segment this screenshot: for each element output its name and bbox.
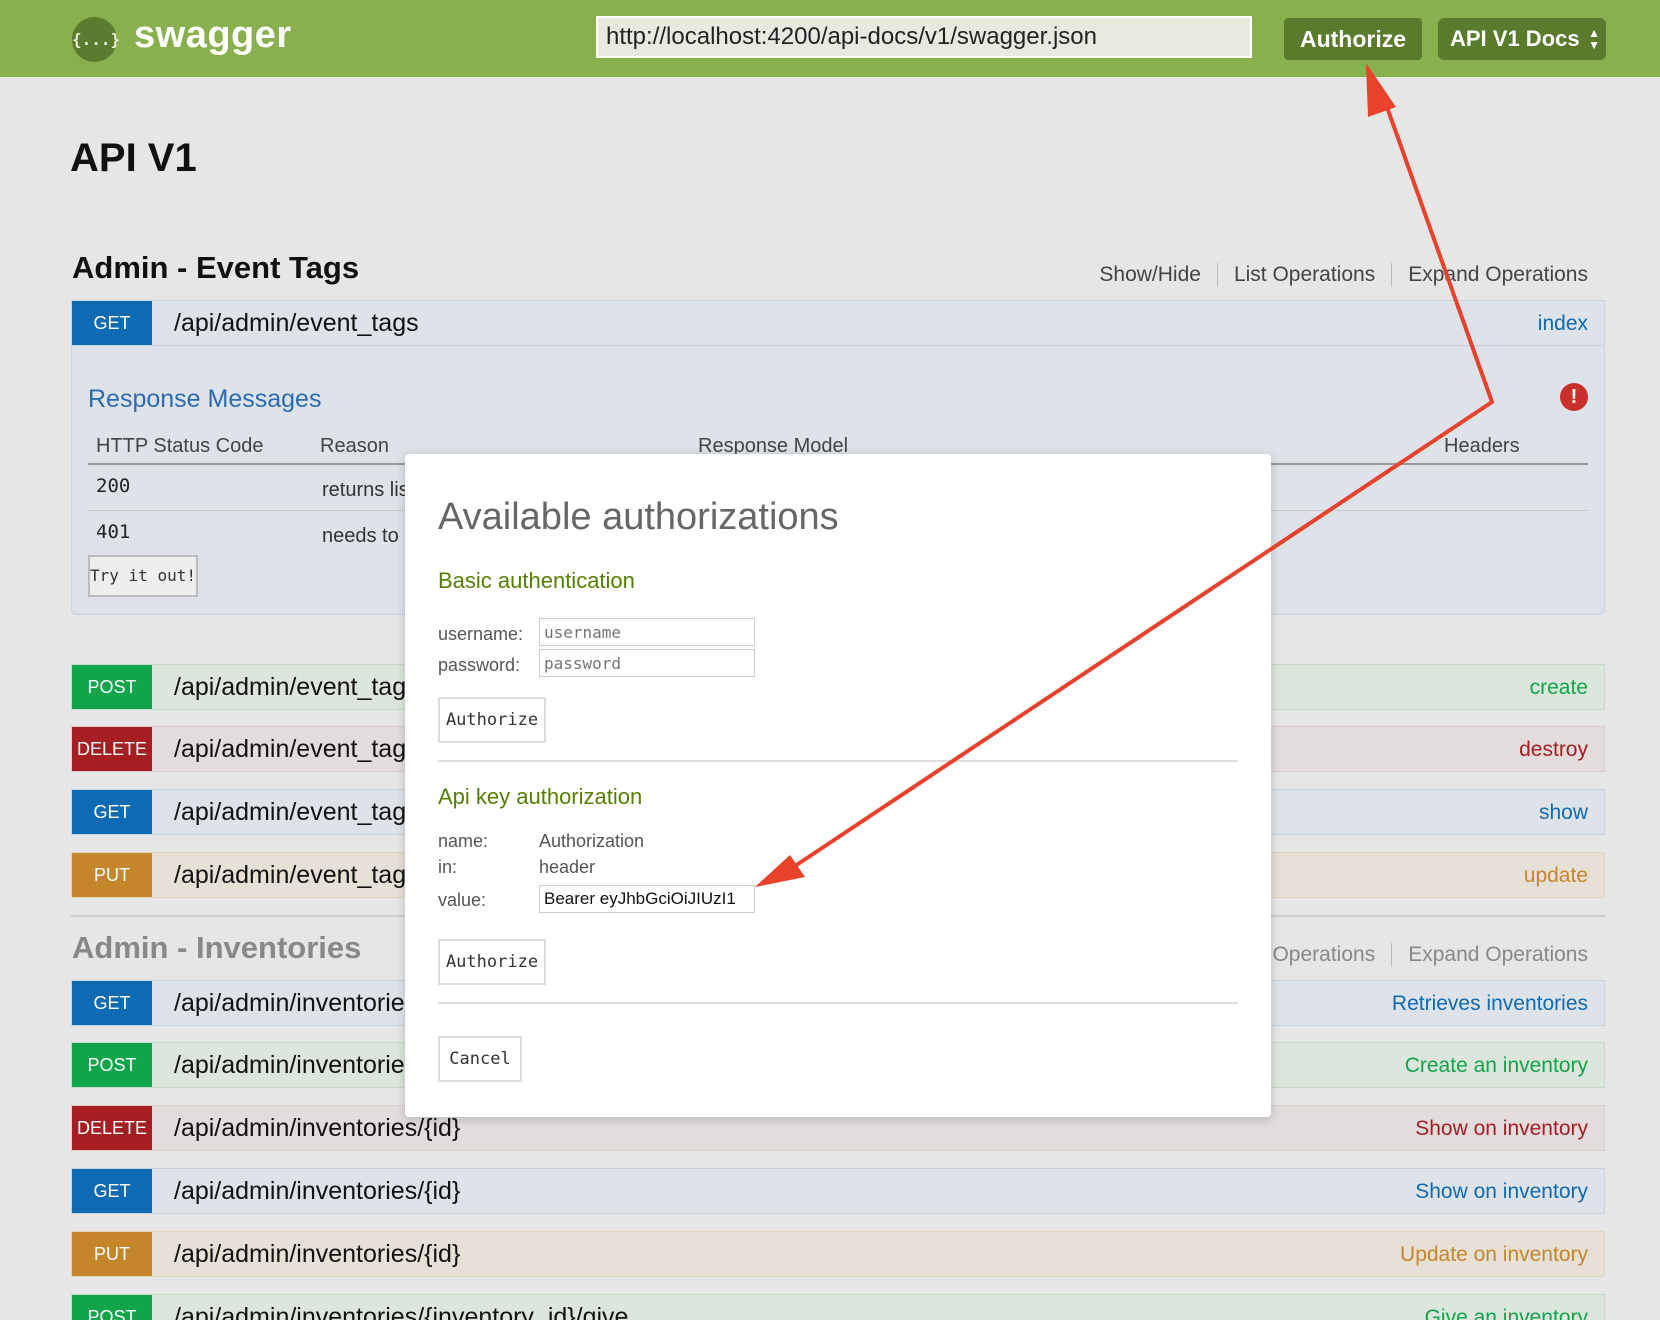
operation-summary[interactable]: create (1530, 665, 1588, 711)
modal-title: Available authorizations (438, 496, 839, 538)
header-headers: Headers (1444, 435, 1520, 457)
value-label: value: (438, 890, 487, 910)
spec-url-input[interactable] (596, 16, 1252, 58)
operation-path[interactable]: /api/admin/inventorie (174, 981, 405, 1025)
operation-path[interactable]: /api/admin/inventorie (174, 1043, 405, 1087)
show-hide-link[interactable]: Show/Hide (1083, 263, 1217, 287)
basic-authorize-button[interactable]: Authorize (438, 697, 546, 743)
exclamation-circle-icon[interactable]: ! (1560, 383, 1588, 411)
method-badge: PUT (72, 1232, 152, 1276)
top-authorize-button[interactable]: Authorize (1284, 18, 1422, 60)
status-code: 200 (96, 475, 131, 497)
top-bar: {...} swagger Authorize API V1 Docs ▲▼ (0, 0, 1660, 77)
operation-summary[interactable]: destroy (1519, 727, 1588, 773)
swagger-logo-text: swagger (134, 14, 292, 56)
operation-row[interactable]: POST /api/admin/inventories/{inventory_i… (71, 1294, 1605, 1320)
api-docs-select[interactable]: API V1 Docs ▲ ▼ (1438, 18, 1606, 60)
operation-summary[interactable]: Show on inventory (1415, 1169, 1588, 1215)
modal-divider (438, 760, 1238, 762)
operation-path[interactable]: /api/admin/inventories/{id} (174, 1232, 460, 1276)
name-value: Authorization (539, 831, 645, 851)
section-links-event-tags: Show/Hide List Operations Expand Operati… (1083, 263, 1588, 287)
swagger-logo-icon: {...} (72, 17, 120, 62)
try-it-out-button[interactable]: Try it out! (88, 555, 198, 597)
operation-row[interactable]: GET /api/admin/inventories/{id} Show on … (71, 1168, 1605, 1214)
method-badge: PUT (72, 853, 152, 897)
method-badge: DELETE (72, 727, 152, 771)
section-title-event-tags[interactable]: Admin - Event Tags (72, 250, 359, 286)
reason: needs to (322, 525, 399, 547)
header-reason: Reason (320, 435, 389, 457)
api-docs-select-label: API V1 Docs (1450, 26, 1580, 51)
method-badge: POST (72, 1043, 152, 1087)
operation-summary[interactable]: show (1539, 790, 1588, 836)
operation-path[interactable]: /api/admin/event_tag (174, 790, 406, 834)
cancel-button[interactable]: Cancel (438, 1036, 522, 1082)
username-label: username: (438, 624, 524, 644)
method-badge: GET (72, 301, 152, 345)
operation-path[interactable]: /api/admin/event_tags (174, 301, 419, 345)
response-messages-title: Response Messages (88, 385, 322, 413)
in-label: in: (438, 857, 458, 877)
password-input[interactable] (539, 649, 755, 677)
basic-auth-heading: Basic authentication (438, 568, 635, 593)
operation-path[interactable]: /api/admin/event_tag (174, 665, 406, 709)
operation-summary[interactable]: Create an inventory (1405, 1043, 1588, 1089)
page-title: API V1 (70, 136, 197, 180)
operation-summary[interactable]: index (1538, 301, 1588, 347)
expand-operations-link[interactable]: Expand Operations (1391, 943, 1588, 967)
expand-operations-link[interactable]: Expand Operations (1391, 263, 1588, 287)
operation-summary[interactable]: Show on inventory (1415, 1106, 1588, 1152)
operation-summary[interactable]: Update on inventory (1400, 1232, 1588, 1278)
in-value: header (539, 857, 596, 877)
username-input[interactable] (539, 618, 755, 646)
method-badge: DELETE (72, 1106, 152, 1150)
header-status-code: HTTP Status Code (96, 435, 264, 457)
operation-row-get-event-tags[interactable]: GET /api/admin/event_tags index (71, 300, 1605, 346)
authorizations-modal: Available authorizations Basic authentic… (405, 454, 1271, 1117)
section-links-inventories: Operations Expand Operations (1256, 943, 1588, 967)
method-badge: GET (72, 1169, 152, 1213)
section-title-inventories[interactable]: Admin - Inventories (72, 930, 361, 966)
operation-summary[interactable]: Give an inventory (1425, 1295, 1588, 1320)
api-key-authorize-button[interactable]: Authorize (438, 939, 546, 985)
operation-path[interactable]: /api/admin/event_tag (174, 727, 406, 771)
list-operations-link[interactable]: Operations (1256, 943, 1391, 967)
select-arrows-icon: ▲ ▼ (1588, 26, 1600, 52)
operation-path[interactable]: /api/admin/inventories/{inventory_id}/gi… (174, 1295, 628, 1320)
api-key-value-input[interactable] (539, 885, 755, 913)
modal-divider (438, 1002, 1238, 1004)
method-badge: GET (72, 981, 152, 1025)
password-label: password: (438, 655, 521, 675)
list-operations-link[interactable]: List Operations (1216, 263, 1391, 287)
operation-path[interactable]: /api/admin/event_tag (174, 853, 406, 897)
operation-summary[interactable]: Retrieves inventories (1392, 981, 1588, 1027)
method-badge: POST (72, 1295, 152, 1320)
operation-summary[interactable]: update (1524, 853, 1588, 899)
operation-row[interactable]: PUT /api/admin/inventories/{id} Update o… (71, 1231, 1605, 1277)
api-key-heading: Api key authorization (438, 784, 643, 809)
reason: returns lis (322, 479, 409, 501)
name-label: name: (438, 831, 489, 851)
operation-path[interactable]: /api/admin/inventories/{id} (174, 1169, 460, 1213)
method-badge: GET (72, 790, 152, 834)
status-code: 401 (96, 521, 131, 543)
method-badge: POST (72, 665, 152, 709)
